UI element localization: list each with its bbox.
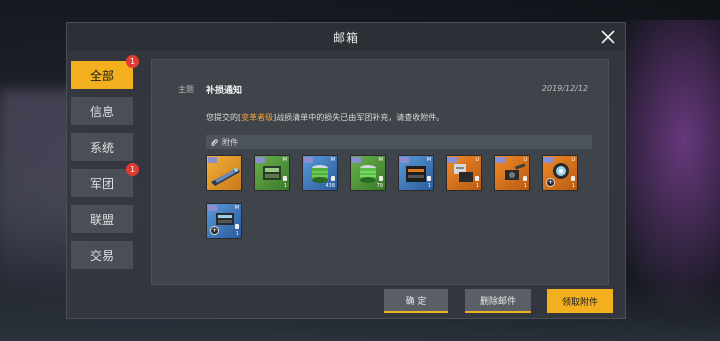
tab-all[interactable]: 全部 1: [71, 55, 139, 89]
lock-icon: [379, 176, 383, 181]
item-quantity: 438: [325, 183, 335, 189]
message-suffix: ]战损清单中的损失已由军团补充，请查收附件。: [273, 113, 445, 122]
close-icon: [601, 30, 615, 44]
tab-label: 军团: [89, 176, 114, 191]
lock-icon: [427, 176, 431, 181]
item-quantity: 1: [427, 183, 431, 189]
item-quantity: 1: [475, 183, 479, 189]
dialog-title-bar: 邮箱: [67, 23, 625, 51]
item-quantity: 1: [523, 183, 527, 189]
mailbox-dialog: 邮箱 全部 1 信息 系统 军团 1 联盟 交易 主题 补损通知 2019/12…: [66, 22, 626, 319]
attachment-label: 附件: [222, 137, 238, 147]
lock-icon: [331, 176, 335, 181]
ship-icon: [211, 168, 240, 186]
tab-label: 联盟: [89, 212, 114, 227]
lock-icon: [523, 176, 527, 181]
core-upgrade-icon: +: [546, 178, 555, 187]
item-quantity: 79: [376, 183, 383, 189]
mail-date: 2019/12/12: [541, 84, 588, 93]
attachment-item[interactable]: M 79: [350, 155, 386, 191]
ship-name-link[interactable]: 变革者级: [241, 113, 273, 122]
item-quantity: 1: [235, 231, 239, 237]
lock-icon: [235, 224, 239, 229]
confirm-button[interactable]: 确 定: [384, 289, 448, 313]
tab-system[interactable]: 系统: [71, 133, 133, 161]
mail-subject: 补损通知: [206, 86, 243, 96]
message-prefix: 您提交的[: [206, 113, 242, 122]
attachment-item[interactable]: U 1: [446, 155, 482, 191]
attachment-item[interactable]: U + 1: [542, 155, 578, 191]
dialog-title: 邮箱: [332, 30, 359, 45]
item-quantity: 1: [571, 183, 575, 189]
notification-badge: 1: [126, 163, 139, 176]
attachment-item[interactable]: M 438: [302, 155, 338, 191]
tab-trade[interactable]: 交易: [71, 241, 133, 269]
tab-alliance[interactable]: 联盟: [71, 205, 133, 233]
attachment-item[interactable]: U 1: [494, 155, 530, 191]
tab-info[interactable]: 信息: [71, 97, 133, 125]
tab-label: 交易: [89, 248, 114, 263]
attachment-item[interactable]: M 1: [398, 155, 434, 191]
lock-icon: [475, 176, 479, 181]
lock-icon: [571, 176, 575, 181]
delete-mail-button[interactable]: 删除邮件: [465, 289, 531, 313]
tab-label: 全部: [89, 68, 114, 83]
mail-category-tabs: 全部 1 信息 系统 军团 1 联盟 交易: [71, 55, 139, 277]
subject-label: 主题: [178, 85, 194, 94]
mail-message: 您提交的[变革者级]战损清单中的损失已由军团补充，请查收附件。: [206, 112, 444, 123]
core-upgrade-icon: +: [210, 226, 219, 235]
claim-attachments-button[interactable]: 领取附件: [547, 289, 613, 313]
notification-badge: 1: [126, 55, 139, 68]
tab-legion[interactable]: 军团 1: [71, 163, 139, 197]
attachment-item[interactable]: M + 1: [206, 203, 242, 239]
paperclip-icon: [211, 138, 218, 146]
attachment-item[interactable]: [206, 155, 242, 191]
attachment-item[interactable]: M 1: [254, 155, 290, 191]
attachment-header: 附件: [206, 135, 592, 149]
tab-label: 信息: [89, 104, 114, 119]
close-button[interactable]: [597, 26, 619, 48]
tab-label: 系统: [89, 140, 114, 155]
mail-content-panel: 主题 补损通知 2019/12/12 您提交的[变革者级]战损清单中的损失已由军…: [151, 59, 609, 285]
lock-icon: [283, 176, 287, 181]
item-quantity: 1: [283, 183, 287, 189]
